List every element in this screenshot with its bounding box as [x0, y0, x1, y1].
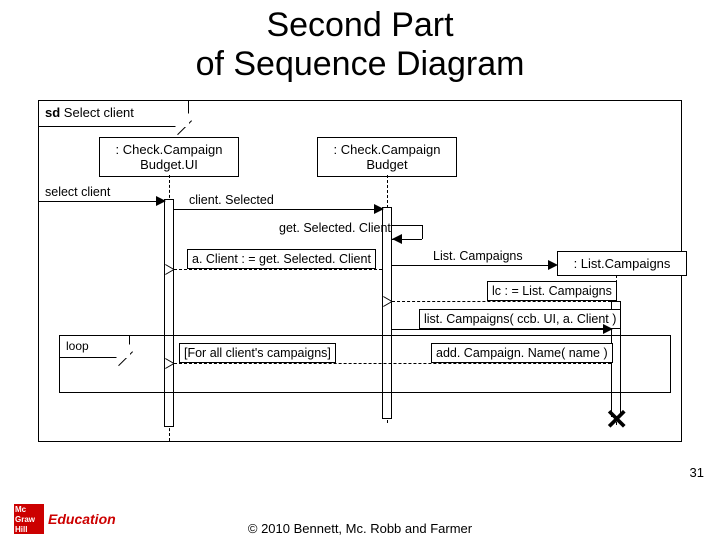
msg-get-selected-client: get. Selected. Client	[279, 221, 391, 235]
loop-label: loop	[66, 339, 89, 353]
arrowhead-list-create	[548, 260, 558, 270]
lifeline-list-head: : List.Campaigns	[557, 251, 687, 276]
msg-list-call: list. Campaigns( ccb. UI, a. Client )	[419, 309, 621, 329]
logo-brand-text: Education	[48, 511, 116, 527]
arrow-lc-return	[392, 301, 611, 302]
arrow-client-selected	[174, 209, 382, 210]
arrowhead-add-campaign	[174, 358, 184, 368]
arrowhead-list-call	[603, 324, 613, 334]
lifeline-budget-label: : Check.Campaign Budget	[334, 142, 441, 172]
sd-frame: sd Select client : Check.Campaign Budget…	[38, 100, 682, 442]
sd-frame-label: sd Select client	[39, 101, 189, 127]
msg-client-selected: client. Selected	[189, 193, 274, 207]
destroy-list-icon: ✕	[605, 403, 628, 436]
msg-list-create: List. Campaigns	[433, 249, 523, 263]
arrow-add-campaign	[174, 363, 611, 364]
arrow-gsc-down	[422, 225, 423, 239]
lifeline-ui-label: : Check.Campaign Budget.UI	[116, 142, 223, 172]
title-line2: of Sequence Diagram	[196, 45, 525, 83]
arrow-select-client	[39, 201, 164, 202]
arrow-aclient-return	[174, 269, 382, 270]
arrow-list-create	[392, 265, 556, 266]
msg-select-client: select client	[45, 185, 110, 199]
lifeline-list-label: : List.Campaigns	[574, 256, 671, 271]
arrow-list-call	[392, 329, 611, 330]
lifeline-budget-head: : Check.Campaign Budget	[317, 137, 457, 177]
msg-aclient-assign: a. Client : = get. Selected. Client	[187, 249, 376, 269]
msg-loop-guard: [For all client's campaigns]	[179, 343, 336, 363]
slide-title: Second Part of Sequence Diagram	[0, 0, 720, 84]
arrowhead-lc-return	[392, 296, 402, 306]
sd-name: Select client	[64, 105, 134, 120]
msg-lc-assign: lc : = List. Campaigns	[487, 281, 617, 301]
arrowhead-select-client	[156, 196, 166, 206]
arrowhead-client-selected	[374, 204, 384, 214]
publisher-logo: Mc Graw Hill Education	[14, 504, 116, 534]
logo-box-icon: Mc Graw Hill	[14, 504, 44, 534]
arrowhead-gsc	[392, 234, 402, 244]
title-line1: Second Part	[266, 6, 453, 44]
msg-add-campaign: add. Campaign. Name( name )	[431, 343, 613, 363]
arrowhead-aclient-return	[174, 264, 184, 274]
lifeline-ui-head: : Check.Campaign Budget.UI	[99, 137, 239, 177]
page-number: 31	[690, 465, 704, 480]
arrow-gsc-out	[392, 225, 422, 226]
sd-prefix: sd	[45, 105, 60, 120]
loop-label-box: loop	[60, 336, 130, 358]
